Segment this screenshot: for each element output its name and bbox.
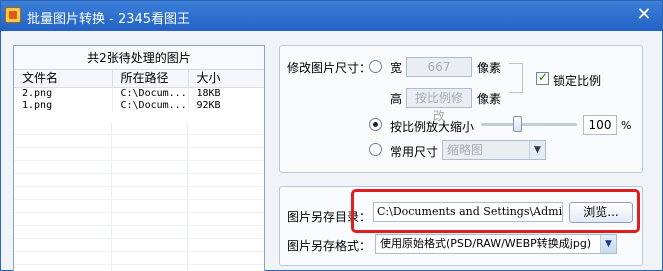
scale-label: 按比例放大缩小 xyxy=(390,120,475,134)
cell-path: C:\Docum... xyxy=(112,100,189,112)
height-unit: 像素 xyxy=(477,92,502,106)
close-button[interactable]: ✕ xyxy=(634,6,654,26)
scale-unit: % xyxy=(621,119,632,132)
width-unit: 像素 xyxy=(477,61,502,75)
height-label: 高 xyxy=(390,92,403,106)
column-path[interactable]: 所在路径 xyxy=(112,70,189,88)
preset-select[interactable]: 缩略图 ▼ xyxy=(442,140,546,160)
batch-convert-dialog: 批量图片转换 - 2345看图王 ✕ 共2张待处理的图片 文件名 所在路径 大小… xyxy=(0,0,663,271)
file-table: 文件名 所在路径 大小 2.png C:\Docum... 18KB 1.png… xyxy=(14,70,264,112)
scale-input[interactable]: 100 xyxy=(583,115,617,135)
output-format-label: 图片另存格式： xyxy=(287,239,372,253)
empty-grid xyxy=(14,122,264,271)
scale-slider-thumb[interactable] xyxy=(513,116,523,132)
cell-path: C:\Docum... xyxy=(112,87,189,100)
width-radio[interactable] xyxy=(369,60,382,73)
file-list-panel: 共2张待处理的图片 文件名 所在路径 大小 2.png C:\Docum... … xyxy=(13,45,265,271)
cell-size: 92KB xyxy=(196,100,221,111)
preset-select-value: 缩略图 xyxy=(447,143,484,157)
width-input[interactable]: 667 xyxy=(406,57,472,77)
output-format-value: 使用原始格式(PSD/RAW/WEBP转换成jpg) xyxy=(380,237,592,250)
column-filename[interactable]: 文件名 xyxy=(14,70,113,88)
width-label: 宽 xyxy=(390,61,403,75)
cell-size: 18KB xyxy=(196,88,221,99)
chevron-down-icon: ▼ xyxy=(600,235,616,253)
preset-label: 常用尺寸 xyxy=(390,145,439,159)
file-count-header: 共2张待处理的图片 xyxy=(14,46,264,70)
resize-label: 修改图片尺寸： xyxy=(287,61,372,75)
link-chain-icon xyxy=(509,63,523,93)
app-icon xyxy=(5,7,21,23)
lock-ratio-label: 锁定比例 xyxy=(553,74,602,88)
output-format-select[interactable]: 使用原始格式(PSD/RAW/WEBP转换成jpg) ▼ xyxy=(375,234,617,254)
scale-slider-track[interactable] xyxy=(481,123,577,126)
cell-filename: 2.png xyxy=(14,87,113,100)
highlight-box xyxy=(351,189,640,233)
table-row[interactable]: 2.png C:\Docum... 18KB xyxy=(14,87,264,100)
title-bar: 批量图片转换 - 2345看图王 ✕ xyxy=(1,1,662,31)
cell-filename: 1.png xyxy=(14,100,113,112)
window-title: 批量图片转换 - 2345看图王 xyxy=(27,12,191,27)
column-size[interactable]: 大小 xyxy=(188,70,264,88)
preset-radio[interactable] xyxy=(369,143,382,156)
chevron-down-icon: ▼ xyxy=(529,141,545,159)
table-row[interactable]: 1.png C:\Docum... 92KB xyxy=(14,100,264,112)
scale-radio[interactable] xyxy=(369,118,382,131)
lock-ratio-checkbox[interactable] xyxy=(536,70,549,85)
height-input[interactable]: 按比例修改 xyxy=(406,88,472,123)
